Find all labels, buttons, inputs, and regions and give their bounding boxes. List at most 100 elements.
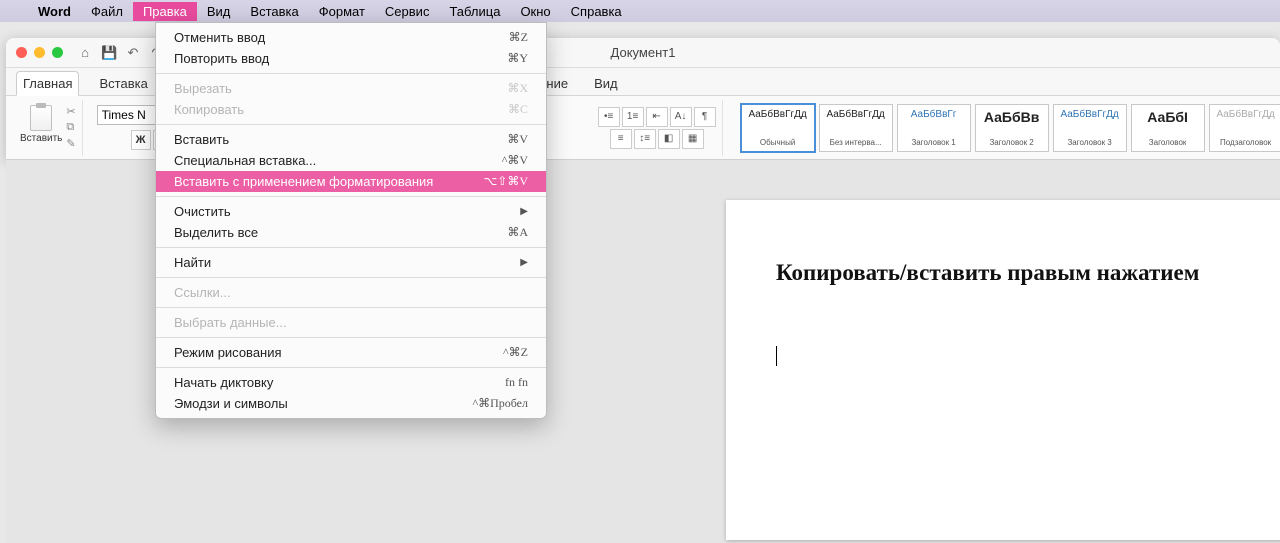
menubar-help[interactable]: Справка xyxy=(561,2,632,21)
menu-separator xyxy=(156,73,546,74)
style-card[interactable]: АаБбВвГгДд Без интерва... xyxy=(819,104,893,152)
menubar-app[interactable]: Word xyxy=(28,2,81,21)
menu-item: Вырезать ⌘X xyxy=(156,78,546,99)
style-label: Без интерва... xyxy=(830,138,882,147)
menu-item[interactable]: Выделить все⌘A xyxy=(156,222,546,243)
menubar-table[interactable]: Таблица xyxy=(439,2,510,21)
style-preview: АаБбВвГгДд xyxy=(748,109,806,120)
menu-item[interactable]: Специальная вставка...^⌘V xyxy=(156,150,546,171)
menu-separator xyxy=(156,277,546,278)
menubar-window[interactable]: Окно xyxy=(510,2,560,21)
styles-gallery: АаБбВвГгДд Обычный АаБбВвГгДд Без интерва..… xyxy=(741,104,1280,152)
submenu-arrow-icon: ▶ xyxy=(520,257,528,268)
menu-item-label: Вставить xyxy=(174,132,229,147)
style-preview: АаБбВвГг xyxy=(911,109,957,120)
menu-item-shortcut: ⌥⇧⌘V xyxy=(483,174,528,189)
menu-item-label: Найти xyxy=(174,255,211,270)
bold-button[interactable]: Ж xyxy=(131,130,151,150)
close-window-button[interactable] xyxy=(16,47,27,58)
borders-button[interactable]: ▦ xyxy=(682,129,704,149)
menu-item[interactable]: Режим рисования ^⌘Z xyxy=(156,342,546,363)
menu-item[interactable]: Вставить ⌘V xyxy=(156,129,546,150)
paragraph-group: •≡ 1≡ ⇤ A↓ ¶ ≡ ↕≡ ◧ ▦ xyxy=(592,100,723,156)
copy-icon[interactable]: ⧉ xyxy=(66,121,75,134)
line-spacing-button[interactable]: ↕≡ xyxy=(634,129,656,149)
cut-icon[interactable]: ✂ xyxy=(66,105,75,118)
menubar-edit[interactable]: Правка xyxy=(133,2,197,21)
format-painter-icon[interactable]: ✎ xyxy=(66,137,75,150)
menu-item-shortcut: ⌘Y xyxy=(507,51,528,66)
style-label: Заголовок 1 xyxy=(911,138,955,147)
menubar-view[interactable]: Вид xyxy=(197,2,241,21)
numbering-button[interactable]: 1≡ xyxy=(622,107,644,127)
menubar-file[interactable]: Файл xyxy=(81,2,133,21)
sort-button[interactable]: A↓ xyxy=(670,107,692,127)
menu-item-shortcut: ⌘X xyxy=(507,81,528,96)
menu-item[interactable]: Эмодзи и символы^⌘Пробел xyxy=(156,393,546,414)
menu-item[interactable]: Найти ▶ xyxy=(156,252,546,273)
tab-view[interactable]: Вид xyxy=(588,72,624,95)
menu-item-label: Вырезать xyxy=(174,81,232,96)
menubar-format[interactable]: Формат xyxy=(309,2,375,21)
menu-item-label: Копировать xyxy=(174,102,244,117)
paste-button[interactable]: Вставить xyxy=(20,105,62,144)
submenu-arrow-icon: ▶ xyxy=(520,206,528,217)
menu-item: Выбрать данные... xyxy=(156,312,546,333)
menu-item-label: Режим рисования xyxy=(174,345,282,360)
menu-item[interactable]: Отменить ввод⌘Z xyxy=(156,27,546,48)
maximize-window-button[interactable] xyxy=(52,47,63,58)
style-label: Обычный xyxy=(760,138,795,147)
edit-menu-dropdown: Отменить ввод⌘Z Повторить ввод ⌘Y Вырезать ⌘… xyxy=(155,22,547,419)
menu-separator xyxy=(156,367,546,368)
style-card[interactable]: АаБбВвГгДдЗаголовок 3 xyxy=(1053,104,1127,152)
menu-item-label: Начать диктовку xyxy=(174,375,273,390)
menu-item-label: Повторить ввод xyxy=(174,51,269,66)
bullets-button[interactable]: •≡ xyxy=(598,107,620,127)
style-card[interactable]: АаБбІЗаголовок xyxy=(1131,104,1205,152)
document-page[interactable]: Копировать/вставить правым нажатием xyxy=(726,200,1280,540)
document-title: Документ1 xyxy=(611,45,676,60)
style-preview: АаБбІ xyxy=(1147,109,1188,125)
menu-item: Копировать⌘C xyxy=(156,99,546,120)
style-label: Заголовок 3 xyxy=(1067,138,1111,147)
macos-menubar: Word Файл Правка Вид Вставка Формат Серв… xyxy=(0,0,1280,22)
menu-item-shortcut: ⌘V xyxy=(507,132,528,147)
style-card[interactable]: АаБбВвЗаголовок 2 xyxy=(975,104,1049,152)
align-left-button[interactable]: ≡ xyxy=(610,129,632,149)
menubar-insert[interactable]: Вставка xyxy=(240,2,308,21)
style-label: Подзаголовок xyxy=(1220,138,1271,147)
traffic-lights xyxy=(16,47,63,58)
style-card[interactable]: АаБбВвГгДдПодзаголовок xyxy=(1209,104,1280,152)
style-label: Заголовок 2 xyxy=(989,138,1033,147)
minimize-window-button[interactable] xyxy=(34,47,45,58)
menu-separator xyxy=(156,124,546,125)
menubar-service[interactable]: Сервис xyxy=(375,2,440,21)
menu-item-shortcut: ⌘Z xyxy=(509,30,528,45)
style-preview: АаБбВвГгДд xyxy=(826,109,884,120)
menu-item-label: Выделить все xyxy=(174,225,258,240)
save-icon[interactable]: 💾 xyxy=(101,45,117,61)
style-card[interactable]: АаБбВвГг Заголовок 1 xyxy=(897,104,971,152)
tab-insert[interactable]: Вставка xyxy=(93,72,153,95)
menu-item[interactable]: Очистить ▶ xyxy=(156,201,546,222)
menu-separator xyxy=(156,196,546,197)
menu-item-label: Вставить с применением форматирования xyxy=(174,174,433,189)
menu-item-label: Специальная вставка... xyxy=(174,153,316,168)
menu-item-shortcut: fn fn xyxy=(505,375,528,390)
document-heading: Копировать/вставить правым нажатием xyxy=(776,260,1236,286)
menu-item[interactable]: Повторить ввод ⌘Y xyxy=(156,48,546,69)
style-card[interactable]: АаБбВвГгДд Обычный xyxy=(741,104,815,152)
home-icon[interactable]: ⌂ xyxy=(77,45,93,61)
pilcrow-button[interactable]: ¶ xyxy=(694,107,716,127)
menu-item-shortcut: ^⌘Z xyxy=(503,345,528,360)
menu-item[interactable]: Начать диктовку fn fn xyxy=(156,372,546,393)
shading-button[interactable]: ◧ xyxy=(658,129,680,149)
decrease-indent-button[interactable]: ⇤ xyxy=(646,107,668,127)
menu-item: Ссылки... xyxy=(156,282,546,303)
menu-item[interactable]: Вставить с применением форматирования ⌥⇧⌘… xyxy=(156,171,546,192)
quick-access-toolbar: ⌂ 💾 ↶ ↷ xyxy=(77,45,165,61)
menu-item-label: Эмодзи и символы xyxy=(174,396,288,411)
undo-icon[interactable]: ↶ xyxy=(125,45,141,61)
tab-home[interactable]: Главная xyxy=(16,71,79,96)
menu-item-label: Очистить xyxy=(174,204,231,219)
